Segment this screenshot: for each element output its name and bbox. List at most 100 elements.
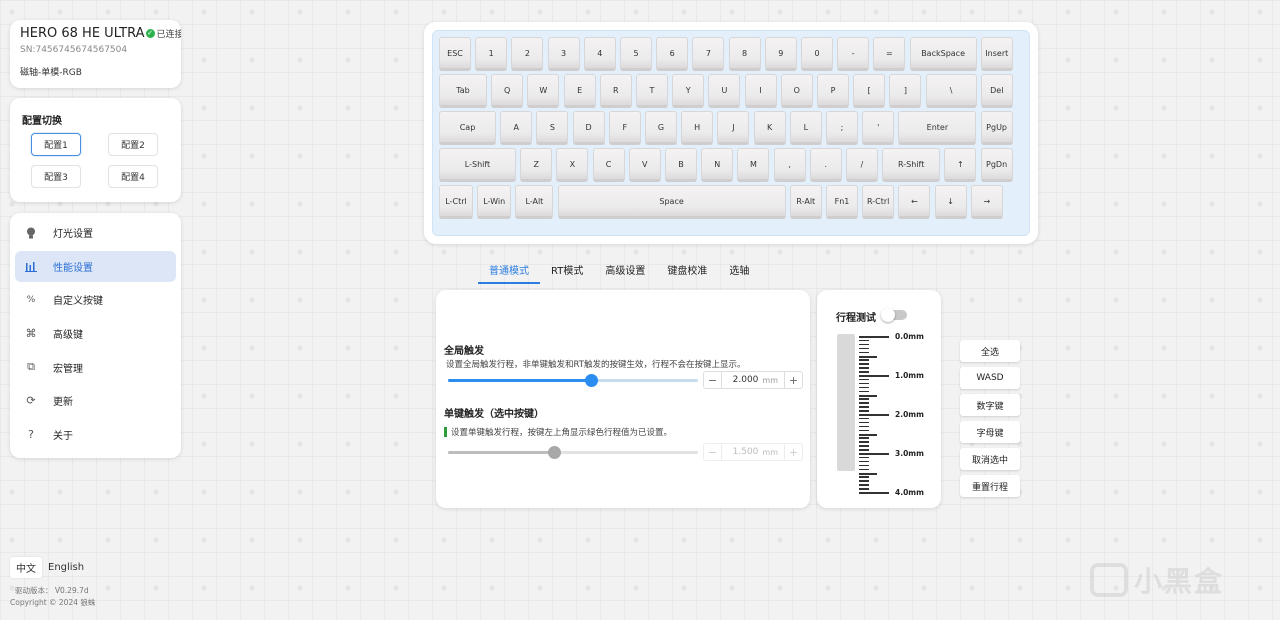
key-1-13[interactable]: \ bbox=[925, 74, 977, 108]
single-trigger-value[interactable]: 1.500 bbox=[722, 447, 762, 457]
key-4-8[interactable]: ↓ bbox=[934, 185, 967, 219]
key-2-8[interactable]: K bbox=[753, 111, 786, 145]
key-4-1[interactable]: L-Win bbox=[477, 185, 512, 219]
key-0-11[interactable]: - bbox=[837, 37, 870, 71]
global-trigger-value[interactable]: 2.000 bbox=[722, 375, 762, 385]
tab-1[interactable]: 普通模式 bbox=[478, 258, 540, 284]
key-2-4[interactable]: F bbox=[608, 111, 641, 145]
key-1-14[interactable]: Del bbox=[980, 74, 1013, 108]
tab-4[interactable]: 键盘校准 bbox=[656, 258, 718, 284]
key-2-1[interactable]: A bbox=[500, 111, 533, 145]
profile-button-1[interactable]: 配置1 bbox=[31, 133, 81, 156]
key-0-13[interactable]: BackSpace bbox=[909, 37, 977, 71]
profile-button-2[interactable]: 配置2 bbox=[108, 133, 158, 156]
sidebar-item-4[interactable]: ⌘ 高级键 bbox=[15, 318, 176, 349]
key-0-12[interactable]: = bbox=[873, 37, 906, 71]
lang-zh-button[interactable]: 中文 bbox=[10, 557, 42, 578]
select-button-2[interactable]: WASD bbox=[960, 367, 1020, 389]
key-3-3[interactable]: C bbox=[592, 148, 625, 182]
key-0-14[interactable]: Insert bbox=[980, 37, 1013, 71]
key-3-6[interactable]: N bbox=[701, 148, 734, 182]
key-3-1[interactable]: Z bbox=[520, 148, 553, 182]
key-2-6[interactable]: H bbox=[681, 111, 714, 145]
tab-3[interactable]: 高级设置 bbox=[594, 258, 656, 284]
key-0-4[interactable]: 4 bbox=[583, 37, 616, 71]
key-1-0[interactable]: Tab bbox=[439, 74, 487, 108]
sidebar-item-7[interactable]: ? 关于 bbox=[15, 419, 176, 450]
key-2-13[interactable]: PgUp bbox=[980, 111, 1013, 145]
profile-button-3[interactable]: 配置3 bbox=[31, 165, 81, 188]
select-button-4[interactable]: 字母键 bbox=[960, 421, 1020, 443]
key-1-4[interactable]: R bbox=[599, 74, 632, 108]
key-3-11[interactable]: R-Shift bbox=[882, 148, 941, 182]
key-0-1[interactable]: 1 bbox=[475, 37, 508, 71]
key-4-3[interactable]: Space bbox=[557, 185, 786, 219]
lang-en-button[interactable]: English bbox=[42, 559, 90, 576]
key-0-0[interactable]: ESC bbox=[439, 37, 471, 71]
select-button-3[interactable]: 数字键 bbox=[960, 394, 1020, 416]
sidebar-item-6[interactable]: ⟳ 更新 bbox=[15, 385, 176, 416]
key-3-7[interactable]: M bbox=[737, 148, 770, 182]
key-1-5[interactable]: T bbox=[636, 74, 668, 108]
key-3-9[interactable]: . bbox=[809, 148, 842, 182]
key-0-5[interactable]: 5 bbox=[620, 37, 652, 71]
key-1-8[interactable]: I bbox=[744, 74, 777, 108]
key-4-9[interactable]: → bbox=[970, 185, 1003, 219]
plus-icon[interactable]: + bbox=[784, 372, 802, 388]
key-1-2[interactable]: W bbox=[527, 74, 560, 108]
key-3-10[interactable]: / bbox=[846, 148, 878, 182]
plus-icon[interactable]: + bbox=[784, 444, 802, 460]
key-2-3[interactable]: D bbox=[572, 111, 605, 145]
key-0-9[interactable]: 9 bbox=[764, 37, 797, 71]
key-2-12[interactable]: Enter bbox=[898, 111, 977, 145]
tab-5[interactable]: 选轴 bbox=[718, 258, 760, 284]
key-3-0[interactable]: L-Shift bbox=[439, 148, 516, 182]
key-4-7[interactable]: ← bbox=[898, 185, 931, 219]
sidebar-item-5[interactable]: ⧉ 宏管理 bbox=[15, 352, 176, 383]
key-1-9[interactable]: O bbox=[780, 74, 813, 108]
select-button-1[interactable]: 全选 bbox=[960, 340, 1020, 362]
key-2-2[interactable]: S bbox=[536, 111, 569, 145]
sidebar-item-2[interactable]: 性能设置 bbox=[15, 250, 176, 282]
tab-2[interactable]: RT模式 bbox=[540, 258, 594, 284]
key-3-13[interactable]: PgDn bbox=[980, 148, 1013, 182]
key-3-2[interactable]: X bbox=[556, 148, 589, 182]
key-4-0[interactable]: L-Ctrl bbox=[439, 185, 473, 219]
key-1-10[interactable]: P bbox=[817, 74, 849, 108]
key-3-12[interactable]: ↑ bbox=[944, 148, 977, 182]
key-0-7[interactable]: 7 bbox=[692, 37, 725, 71]
key-3-8[interactable]: , bbox=[773, 148, 806, 182]
key-4-2[interactable]: L-Alt bbox=[515, 185, 554, 219]
key-2-10[interactable]: ; bbox=[826, 111, 858, 145]
key-2-7[interactable]: J bbox=[717, 111, 750, 145]
key-2-5[interactable]: G bbox=[645, 111, 677, 145]
key-1-11[interactable]: [ bbox=[853, 74, 886, 108]
profile-button-4[interactable]: 配置4 bbox=[108, 165, 158, 188]
key-1-3[interactable]: E bbox=[563, 74, 596, 108]
key-1-6[interactable]: Y bbox=[672, 74, 705, 108]
key-2-9[interactable]: L bbox=[789, 111, 822, 145]
single-trigger-slider[interactable] bbox=[448, 446, 698, 459]
key-4-4[interactable]: R-Alt bbox=[789, 185, 822, 219]
key-3-4[interactable]: V bbox=[628, 148, 661, 182]
key-4-5[interactable]: Fn1 bbox=[826, 185, 858, 219]
minus-icon[interactable]: − bbox=[704, 372, 722, 388]
sidebar-item-1[interactable]: 灯光设置 bbox=[15, 217, 176, 248]
key-1-1[interactable]: Q bbox=[491, 74, 524, 108]
travel-test-toggle[interactable] bbox=[881, 308, 907, 322]
key-0-3[interactable]: 3 bbox=[547, 37, 580, 71]
key-2-0[interactable]: Cap bbox=[439, 111, 496, 145]
select-button-6[interactable]: 重置行程 bbox=[960, 475, 1020, 497]
key-1-12[interactable]: ] bbox=[889, 74, 922, 108]
key-0-6[interactable]: 6 bbox=[656, 37, 689, 71]
key-2-11[interactable]: ' bbox=[862, 111, 895, 145]
minus-icon[interactable]: − bbox=[704, 444, 722, 460]
slider-thumb[interactable] bbox=[547, 446, 561, 459]
key-3-5[interactable]: B bbox=[665, 148, 697, 182]
key-0-2[interactable]: 2 bbox=[511, 37, 544, 71]
key-0-8[interactable]: 8 bbox=[728, 37, 761, 71]
global-trigger-slider[interactable] bbox=[448, 374, 698, 387]
slider-thumb[interactable] bbox=[585, 374, 599, 387]
key-4-6[interactable]: R-Ctrl bbox=[862, 185, 895, 219]
sidebar-item-3[interactable]: % 自定义按键 bbox=[15, 284, 176, 315]
